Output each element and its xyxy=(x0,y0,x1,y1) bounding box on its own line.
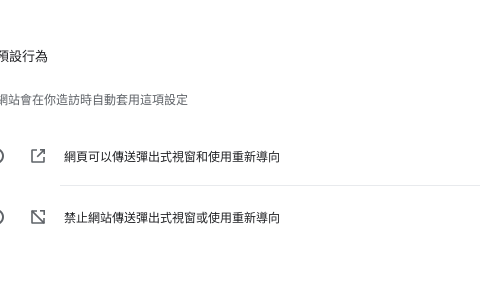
popups-settings-panel: 預設行為 網站會在你造訪時自動套用這項設定 網頁可以傳送彈出式視窗和使用重新導向… xyxy=(0,0,480,300)
default-behavior-description: 網站會在你造訪時自動套用這項設定 xyxy=(0,93,189,107)
open-in-new-icon xyxy=(28,146,48,166)
options-divider xyxy=(60,185,480,186)
allow-popups-radio[interactable] xyxy=(0,148,4,164)
allow-popups-label: 網頁可以傳送彈出式視窗和使用重新導向 xyxy=(64,149,281,164)
block-popups-option[interactable]: 禁止網站傳送彈出式視窗或使用重新導向 xyxy=(0,199,480,235)
block-popups-label: 禁止網站傳送彈出式視窗或使用重新導向 xyxy=(64,210,281,225)
default-behavior-title: 預設行為 xyxy=(0,50,49,65)
popup-blocked-icon xyxy=(28,207,48,227)
block-popups-radio[interactable] xyxy=(0,209,4,225)
allow-popups-option[interactable]: 網頁可以傳送彈出式視窗和使用重新導向 xyxy=(0,138,480,174)
